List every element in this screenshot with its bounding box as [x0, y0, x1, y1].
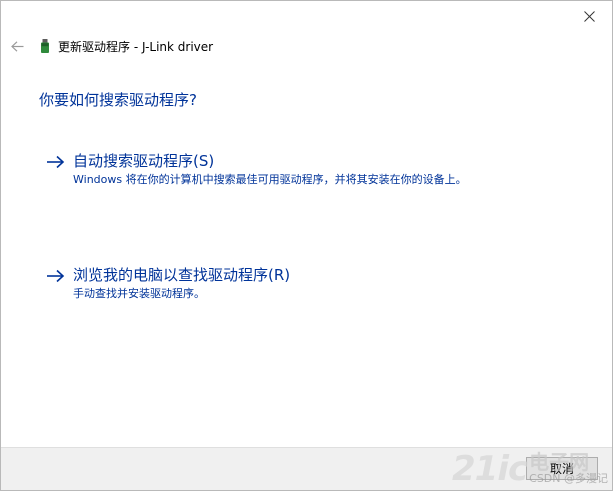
auto-search-description: Windows 将在你的计算机中搜索最佳可用驱动程序，并将其安装在你的设备上。: [73, 173, 467, 186]
auto-search-option[interactable]: 自动搜索驱动程序(S) Windows 将在你的计算机中搜索最佳可用驱动程序，并…: [47, 151, 467, 188]
browse-computer-title: 浏览我的电脑以查找驱动程序(R): [73, 266, 291, 284]
browse-computer-option[interactable]: 浏览我的电脑以查找驱动程序(R) 手动查找并安装驱动程序。: [47, 265, 290, 302]
browse-computer-description: 手动查找并安装驱动程序。: [73, 287, 205, 300]
wizard-footer: 取消: [1, 447, 612, 490]
back-arrow-icon: [10, 40, 23, 52]
wizard-header: 更新驱动程序 - J-Link driver: [9, 35, 213, 57]
page-heading: 你要如何搜索驱动程序?: [39, 91, 197, 109]
cancel-button[interactable]: 取消: [526, 457, 598, 480]
usb-device-icon: [40, 38, 50, 54]
right-arrow-icon: [47, 152, 67, 172]
close-icon: [583, 10, 595, 22]
right-arrow-icon: [47, 266, 67, 286]
back-button[interactable]: [9, 38, 25, 54]
close-button[interactable]: [574, 4, 604, 28]
update-driver-window: 更新驱动程序 - J-Link driver 你要如何搜索驱动程序? 自动搜索驱…: [0, 0, 613, 491]
auto-search-title: 自动搜索驱动程序(S): [73, 152, 215, 170]
window-title: 更新驱动程序 - J-Link driver: [58, 39, 214, 54]
